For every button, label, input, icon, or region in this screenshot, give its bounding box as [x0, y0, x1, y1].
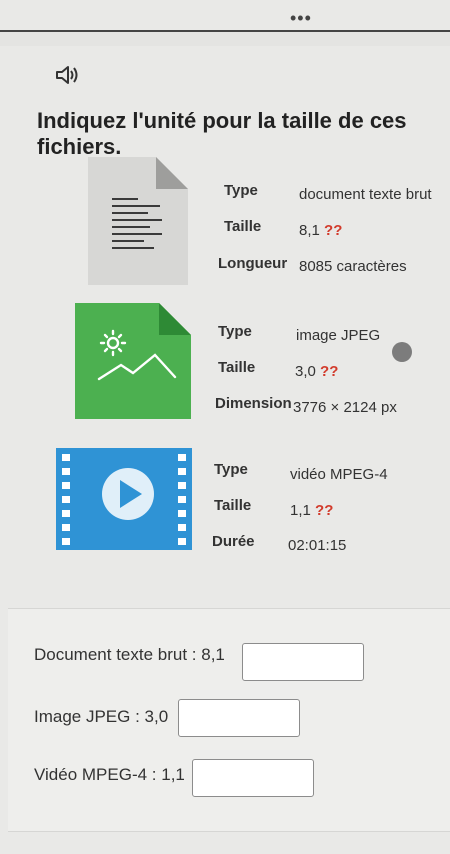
- question-text: Indiquez l'unité pour la taille de ces f…: [37, 108, 407, 159]
- file1-length-label: Longueur: [218, 255, 288, 272]
- file3-size-value: 1,1 ??: [290, 502, 334, 519]
- file2-type-value: image JPEG: [296, 327, 381, 344]
- file2-dimension-label: Dimension: [215, 395, 292, 412]
- video-file-icon: [56, 448, 192, 550]
- unit-input-text-document[interactable]: [242, 643, 364, 681]
- file1-type-label: Type: [224, 182, 258, 199]
- file3-type-value: vidéo MPEG-4: [290, 466, 388, 483]
- file2-size-value: 3,0 ??: [295, 363, 339, 380]
- file3-duration-label: Durée: [212, 533, 255, 550]
- file1-type-value: document texte brut: [299, 186, 432, 203]
- speaker-icon[interactable]: [55, 64, 79, 86]
- file3-size-label: Taille: [214, 497, 252, 514]
- slider-handle[interactable]: [392, 342, 412, 362]
- file2-size-label: Taille: [218, 359, 256, 376]
- text-document-icon: [88, 157, 188, 285]
- file3-type-label: Type: [214, 461, 248, 478]
- menu-dots-icon[interactable]: •••: [290, 8, 312, 29]
- file2-type-label: Type: [218, 323, 252, 340]
- file1-size-value: 8,1 ??: [299, 222, 343, 239]
- answer-label-mpeg4: Vidéo MPEG-4 : 1,1: [34, 765, 185, 784]
- image-file-icon: [75, 303, 191, 419]
- file3-duration-value: 02:01:15: [288, 537, 347, 554]
- unit-input-mpeg4[interactable]: [192, 759, 314, 797]
- answer-label-jpeg: Image JPEG : 3,0: [34, 707, 169, 726]
- header-divider: [0, 30, 450, 46]
- file1-size-label: Taille: [224, 218, 262, 235]
- file2-dimension-value: 3776 × 2124 px: [293, 399, 397, 416]
- file1-length-value: 8085 caractères: [299, 258, 407, 275]
- unit-input-jpeg[interactable]: [178, 699, 300, 737]
- answer-panel: Document texte brut : 8,1 Image JPEG : 3…: [8, 608, 450, 832]
- answer-label-text-document: Document texte brut : 8,1: [34, 645, 225, 664]
